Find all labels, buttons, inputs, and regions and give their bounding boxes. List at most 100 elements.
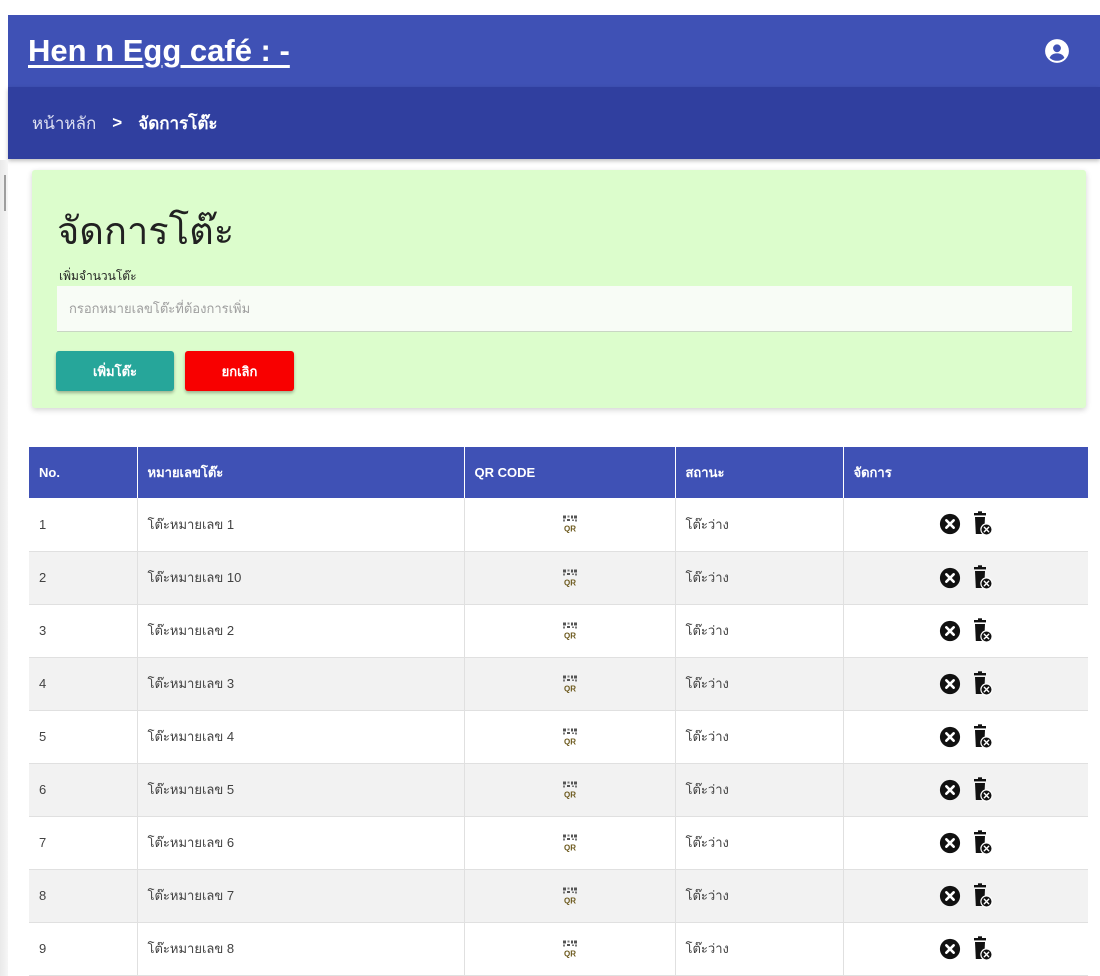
trash-icon[interactable] xyxy=(971,564,993,591)
row-number: 6 xyxy=(29,763,138,816)
column-header-actions: จัดการ xyxy=(853,465,892,480)
trash-icon[interactable] xyxy=(971,670,993,697)
row-number: 8 xyxy=(29,869,138,922)
cancel-button[interactable]: ยกเลิก xyxy=(185,351,294,391)
close-circle-icon[interactable] xyxy=(939,832,961,854)
svg-text:QR: QR xyxy=(564,684,576,693)
table-name: โต๊ะหมายเลข 4 xyxy=(137,710,465,763)
qr-code-cell: QR xyxy=(464,922,676,975)
trash-icon[interactable] xyxy=(971,935,993,962)
left-edge-panel xyxy=(0,160,8,976)
table-status: โต๊ะว่าง xyxy=(675,869,844,922)
table-name: โต๊ะหมายเลข 8 xyxy=(137,922,465,975)
table-status: โต๊ะว่าง xyxy=(675,922,844,975)
close-circle-icon[interactable] xyxy=(939,726,961,748)
close-circle-icon[interactable] xyxy=(939,938,961,960)
table-row: 1 โต๊ะหมายเลข 1 QR โต๊ะว่าง xyxy=(29,498,1088,551)
qr-code-icon[interactable]: QR xyxy=(562,515,578,533)
close-circle-icon[interactable] xyxy=(939,567,961,589)
table-name: โต๊ะหมายเลข 3 xyxy=(137,657,465,710)
qr-code-icon[interactable]: QR xyxy=(562,622,578,640)
table-row: 7 โต๊ะหมายเลข 6 QR โต๊ะว่าง xyxy=(29,816,1088,869)
column-header-status: สถานะ xyxy=(675,447,844,498)
close-circle-icon[interactable] xyxy=(939,673,961,695)
trash-icon[interactable] xyxy=(971,829,993,856)
trash-icon[interactable] xyxy=(971,882,993,909)
actions-cell xyxy=(843,816,1088,869)
qr-code-cell: QR xyxy=(464,869,676,922)
account-circle-icon[interactable] xyxy=(1044,38,1070,64)
qr-code-cell: QR xyxy=(464,498,676,551)
row-number: 5 xyxy=(29,710,138,763)
breadcrumb-separator: > xyxy=(112,113,123,132)
qr-code-icon[interactable]: QR xyxy=(562,675,578,693)
svg-text:QR: QR xyxy=(564,631,576,640)
table-header-row: No. หมายเลขโต๊ะ QR CODE สถานะ จัดการ xyxy=(29,447,1088,498)
qr-code-cell: QR xyxy=(464,551,676,604)
trash-icon[interactable] xyxy=(971,723,993,750)
qr-code-icon[interactable]: QR xyxy=(562,887,578,905)
row-number: 7 xyxy=(29,816,138,869)
close-circle-icon[interactable] xyxy=(939,885,961,907)
qr-code-cell: QR xyxy=(464,816,676,869)
column-header-qr-code: QR CODE xyxy=(464,447,676,498)
close-circle-icon[interactable] xyxy=(939,779,961,801)
row-number: 4 xyxy=(29,657,138,710)
add-table-card: จัดการโต๊ะ เพิ่มจำนวนโต๊ะ เพิ่มโต๊ะ ยกเล… xyxy=(32,170,1086,408)
table-number-input[interactable] xyxy=(57,286,1072,332)
svg-text:QR: QR xyxy=(564,949,576,958)
actions-cell xyxy=(843,551,1088,604)
column-header-table-number: หมายเลขโต๊ะ xyxy=(137,447,465,498)
table-name: โต๊ะหมายเลข 1 xyxy=(137,498,465,551)
table-row: 5 โต๊ะหมายเลข 4 QR โต๊ะว่าง xyxy=(29,710,1088,763)
breadcrumb-home-link[interactable]: หน้าหลัก xyxy=(32,110,96,137)
trash-icon[interactable] xyxy=(971,511,993,537)
close-circle-icon[interactable] xyxy=(939,620,961,642)
table-row: 3 โต๊ะหมายเลข 2 QR โต๊ะว่าง xyxy=(29,604,1088,657)
qr-code-cell: QR xyxy=(464,657,676,710)
row-number: 2 xyxy=(29,551,138,604)
table-name: โต๊ะหมายเลข 2 xyxy=(137,604,465,657)
table-name: โต๊ะหมายเลข 6 xyxy=(137,816,465,869)
tables-table-container: No. หมายเลขโต๊ะ QR CODE สถานะ จัดการ 1 โต… xyxy=(29,447,1088,976)
qr-code-cell: QR xyxy=(464,710,676,763)
qr-code-icon[interactable]: QR xyxy=(562,940,578,958)
svg-text:QR: QR xyxy=(564,843,576,852)
table-status: โต๊ะว่าง xyxy=(675,763,844,816)
qr-code-icon[interactable]: QR xyxy=(562,834,578,852)
table-row: 2 โต๊ะหมายเลข 10 QR โต๊ะว่าง xyxy=(29,551,1088,604)
top-app-bar: Hen n Egg café : - xyxy=(8,15,1100,87)
qr-code-cell: QR xyxy=(464,604,676,657)
svg-text:QR: QR xyxy=(564,525,576,534)
table-row: 9 โต๊ะหมายเลข 8 QR โต๊ะว่าง xyxy=(29,922,1088,975)
qr-code-icon[interactable]: QR xyxy=(562,728,578,746)
breadcrumb: หน้าหลัก > จัดการโต๊ะ xyxy=(8,87,1100,159)
table-row: 8 โต๊ะหมายเลข 7 QR โต๊ะว่าง xyxy=(29,869,1088,922)
svg-text:QR: QR xyxy=(564,578,576,587)
table-row: 6 โต๊ะหมายเลข 5 QR โต๊ะว่าง xyxy=(29,763,1088,816)
trash-icon[interactable] xyxy=(971,617,993,644)
qr-code-icon[interactable]: QR xyxy=(562,569,578,587)
breadcrumb-current: จัดการโต๊ะ xyxy=(138,113,218,133)
table-status: โต๊ะว่าง xyxy=(675,657,844,710)
table-status: โต๊ะว่าง xyxy=(675,816,844,869)
table-name: โต๊ะหมายเลข 7 xyxy=(137,869,465,922)
app-title[interactable]: Hen n Egg café : - xyxy=(28,33,290,69)
qr-code-icon[interactable]: QR xyxy=(562,781,578,799)
table-status: โต๊ะว่าง xyxy=(675,551,844,604)
qr-code-cell: QR xyxy=(464,763,676,816)
close-circle-icon[interactable] xyxy=(939,513,961,535)
svg-text:QR: QR xyxy=(564,737,576,746)
actions-cell xyxy=(843,869,1088,922)
row-number: 1 xyxy=(29,498,138,551)
actions-cell xyxy=(843,498,1088,551)
svg-text:QR: QR xyxy=(564,790,576,799)
table-status: โต๊ะว่าง xyxy=(675,710,844,763)
trash-icon[interactable] xyxy=(971,776,993,803)
actions-cell xyxy=(843,657,1088,710)
actions-cell xyxy=(843,710,1088,763)
tables-table: No. หมายเลขโต๊ะ QR CODE สถานะ จัดการ 1 โต… xyxy=(29,447,1088,976)
add-table-button[interactable]: เพิ่มโต๊ะ xyxy=(56,351,174,391)
actions-cell xyxy=(843,763,1088,816)
row-number: 9 xyxy=(29,922,138,975)
